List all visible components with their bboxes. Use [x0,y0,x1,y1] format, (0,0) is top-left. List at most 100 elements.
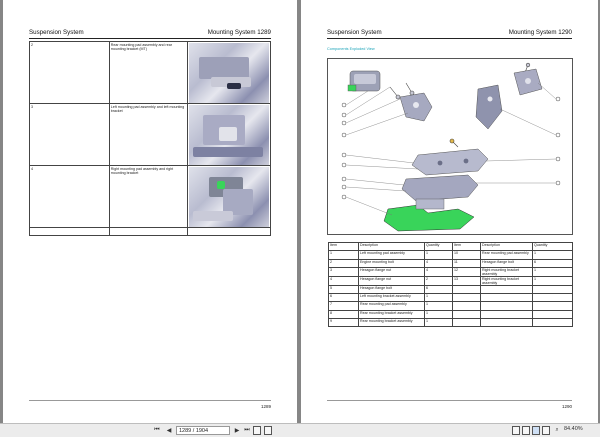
col-header: Item [328,241,359,252]
cell: 10 [452,250,481,260]
table-row [29,227,271,236]
cell: 4 [424,258,453,268]
cell: 11 [452,258,481,268]
cell: Rear mounting pad assembly [358,301,425,311]
single-page-icon[interactable] [512,426,520,435]
description-cell: Rear mounting pad assembly and rear moun… [108,41,189,104]
cell [532,293,573,303]
procedure-table: 2 Rear mounting pad assembly and rear mo… [29,41,271,236]
cell [532,301,573,311]
cell [480,293,533,303]
table-row: 2 Engine mounting bolt 4 11 Hexagon flange b… [328,258,573,268]
col-header: Quantity [424,241,453,252]
cell: 1 [424,309,453,320]
cell [452,309,481,320]
cell: 3 [328,266,359,277]
page-header-right: Mounting System 1290 [508,29,572,36]
header-rule [327,38,572,39]
table-row: 9 Rear mounting bracket assembly 1 [328,318,573,328]
table-row: 6 Left mounting bracket assembly 1 [328,293,573,303]
item-cell: 2 [29,41,110,104]
left-bracket [399,92,433,122]
table-row: 2 Rear mounting pad assembly and rear mo… [29,41,271,104]
page-header-left: Suspension System [29,29,84,36]
cell: 13 [452,275,481,286]
cell: Hexagon flange nut [358,275,425,286]
cell [480,284,533,295]
empty-cell [29,227,110,236]
empty-cell [187,227,271,236]
header-rule [29,38,271,39]
item-cell: 3 [29,103,110,166]
cell [480,309,533,320]
page-header-right: Mounting System 1289 [207,29,271,36]
exploded-view-diagram [327,58,573,235]
cell: 1 [424,250,453,260]
description-cell: Right mounting pad assembly and right mo… [108,165,189,228]
image-cell [187,165,271,228]
cell: Rear mounting bracket assembly [358,318,425,328]
continuous-page-icon[interactable] [522,426,530,435]
cell [480,301,533,311]
cell [452,318,481,328]
empty-cell [108,227,189,236]
cell: 5 [328,284,359,295]
next-page-icon[interactable]: ▶ [233,426,241,435]
two-page-view-icon[interactable] [532,426,540,435]
table-row: 3 Left mounting pad assembly and left mo… [29,103,271,166]
last-page-icon[interactable]: ⏭ [243,426,251,435]
document-viewport[interactable]: Suspension System Mounting System 1289 2… [0,0,600,423]
cell: Hexagon flange bolt [480,258,533,268]
page-number: 1289 [260,404,271,409]
cell: Right mounting bracket assembly [480,266,533,277]
cell: 1 [328,250,359,260]
table-row: 4 Hexagon flange nut 2 13 Right mounting bra… [328,275,573,286]
cell: Rear mounting pad assembly [480,250,533,260]
cell: 1 [532,250,573,260]
table-row: 1 Left mounting pad assembly 1 10 Rear mount… [328,250,573,260]
cell: 1 [532,275,573,286]
zoom-icon[interactable]: ⌕ [553,426,561,435]
cell: 2 [424,275,453,286]
footer-rule [327,400,572,401]
cell: Engine mounting bolt [358,258,425,268]
first-page-icon[interactable]: ⏮ [153,426,161,435]
right-bracket [475,84,503,130]
zoom-level[interactable]: 84.40% [564,426,583,432]
cell: Rear mounting bracket assembly [358,309,425,320]
table-row: 8 Rear mounting bracket assembly 1 [328,309,573,320]
page-number-input[interactable]: 1289 / 1904 [176,426,230,435]
cell: 6 [532,258,573,268]
table-row: 5 Hexagon flange bolt 6 [328,284,573,295]
cell: Hexagon flange bolt [358,284,425,295]
cell: 1 [424,318,453,328]
cell: 7 [328,301,359,311]
page-number: 1290 [561,404,572,409]
rear-bracket [401,174,479,202]
footer-rule [29,400,271,401]
cell: 4 [328,275,359,286]
rear-mounting-pad [411,148,489,176]
previous-page-icon[interactable]: ◀ [165,426,173,435]
left-mounting-pad [347,70,381,92]
item-cell: 4 [29,165,110,228]
col-header: Quantity [532,241,573,252]
section-subtitle: Components Exploded View [327,47,375,51]
cell [532,318,573,328]
table-row: 4 Right mounting pad assembly and right … [29,165,271,228]
cell: 1 [532,266,573,277]
image-cell [187,103,271,166]
page-1289: Suspension System Mounting System 1289 2… [3,0,297,423]
page-1290: Suspension System Mounting System 1290 C… [301,0,598,423]
copy-page-icon[interactable] [253,426,261,435]
lower-bracket-highlighted [383,198,475,232]
page-view-icon[interactable] [264,426,272,435]
image-cell [187,41,271,104]
cell: 12 [452,266,481,277]
cell [532,309,573,320]
cell: 6 [424,284,453,295]
cell: Right mounting bracket assembly [480,275,533,286]
page-header-left: Suspension System [327,29,382,36]
cell: 4 [424,266,453,277]
facing-pages-icon[interactable] [542,426,550,435]
